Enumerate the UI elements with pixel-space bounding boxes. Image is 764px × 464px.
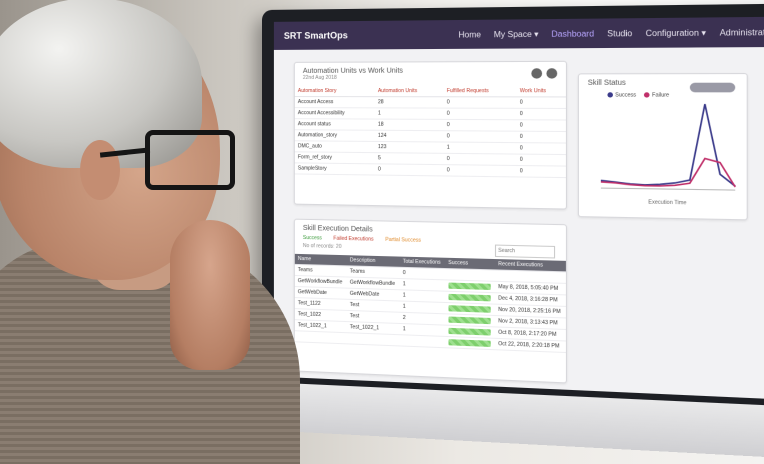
column-header: Automation Units bbox=[374, 85, 444, 97]
nav-home[interactable]: Home bbox=[458, 30, 481, 39]
table-cell: 124 bbox=[374, 130, 444, 143]
table-cell: 123 bbox=[374, 141, 444, 154]
table-cell: 1 bbox=[374, 107, 444, 120]
table-cell: 0 bbox=[374, 163, 444, 176]
man-at-computer bbox=[0, 0, 320, 464]
success-progress-bar bbox=[448, 316, 491, 325]
success-progress-bar bbox=[448, 282, 491, 290]
table-cell: 0 bbox=[443, 164, 517, 177]
table-cell: 0 bbox=[516, 119, 566, 132]
skill-status-chart: Execution Time bbox=[579, 99, 747, 206]
nav-administration[interactable]: Administration bbox=[720, 27, 764, 37]
automation-units-panel: Automation Units vs Work Units 22nd Aug … bbox=[293, 60, 568, 210]
table-cell: 0 bbox=[516, 142, 566, 155]
table-cell: 0 bbox=[516, 131, 566, 144]
nav-configuration[interactable]: Configuration ▾ bbox=[646, 28, 706, 38]
table-cell: 0 bbox=[443, 130, 517, 143]
execution-table: Name Description Total Executions Success Re… bbox=[294, 253, 566, 353]
filter-failed[interactable]: Failed Executions bbox=[333, 236, 373, 243]
column-header: Work Units bbox=[516, 85, 566, 97]
monitor-screen: SRT SmartOps Home My Space ▾ Dashboard S… bbox=[273, 16, 764, 401]
nav-dashboard[interactable]: Dashboard bbox=[551, 29, 594, 39]
x-axis-label: Execution Time bbox=[648, 199, 686, 206]
success-progress-bar bbox=[448, 339, 491, 347]
table-cell: 0 bbox=[516, 96, 566, 109]
table-cell: 0 bbox=[516, 154, 566, 167]
table-cell: Oct 22, 2018, 2:20:18 PM bbox=[495, 338, 566, 353]
panel-date: 22nd Aug 2018 bbox=[302, 74, 337, 81]
top-navbar: SRT SmartOps Home My Space ▾ Dashboard S… bbox=[273, 16, 764, 50]
legend-failure-dot bbox=[644, 92, 650, 98]
photo-scene: SRT SmartOps Home My Space ▾ Dashboard S… bbox=[0, 0, 764, 464]
table-cell bbox=[445, 336, 496, 350]
ear bbox=[80, 140, 120, 200]
refresh-icon[interactable] bbox=[531, 68, 543, 79]
table-cell: 0 bbox=[443, 96, 517, 109]
table-cell: 0 bbox=[516, 108, 566, 120]
hand-on-chin bbox=[170, 220, 250, 370]
success-progress-bar bbox=[448, 293, 491, 302]
series-line-success bbox=[601, 104, 735, 186]
nav-studio[interactable]: Studio bbox=[607, 28, 632, 38]
search-input[interactable] bbox=[494, 244, 556, 259]
table-cell: 18 bbox=[374, 119, 444, 131]
eyeglasses bbox=[145, 130, 235, 190]
x-axis bbox=[601, 188, 735, 190]
filter-icon[interactable] bbox=[546, 68, 558, 79]
table-cell bbox=[399, 334, 446, 348]
table-cell: 0 bbox=[443, 119, 517, 132]
table-cell: 0 bbox=[443, 153, 517, 166]
table-row[interactable]: Account Access 28 0 0 bbox=[294, 96, 566, 109]
skill-execution-panel: Skill Execution Details Success Failed E… bbox=[293, 218, 568, 384]
legend-success-dot bbox=[607, 92, 613, 98]
computer-monitor: SRT SmartOps Home My Space ▾ Dashboard S… bbox=[262, 3, 764, 460]
skill-status-panel: Skill Status Success Failure Execution T… bbox=[577, 73, 748, 221]
nav-my-space[interactable]: My Space ▾ bbox=[494, 29, 539, 39]
table-cell: 0 bbox=[443, 108, 517, 120]
success-progress-bar bbox=[448, 305, 491, 313]
table-cell: 28 bbox=[374, 96, 444, 109]
column-header: Fulfilled Requests bbox=[443, 85, 517, 97]
table-row[interactable]: SampleStory 0 0 0 bbox=[294, 162, 566, 178]
success-progress-bar bbox=[448, 327, 491, 336]
table-cell: 0 bbox=[516, 165, 566, 178]
automation-table: Automation Story Automation Units Fulfille… bbox=[294, 85, 566, 178]
table-cell bbox=[346, 332, 400, 346]
table-cell: 5 bbox=[374, 152, 444, 165]
table-cell: 1 bbox=[443, 142, 517, 155]
filter-partial[interactable]: Partial Success bbox=[385, 237, 421, 244]
dropdown-pill[interactable] bbox=[689, 82, 736, 93]
